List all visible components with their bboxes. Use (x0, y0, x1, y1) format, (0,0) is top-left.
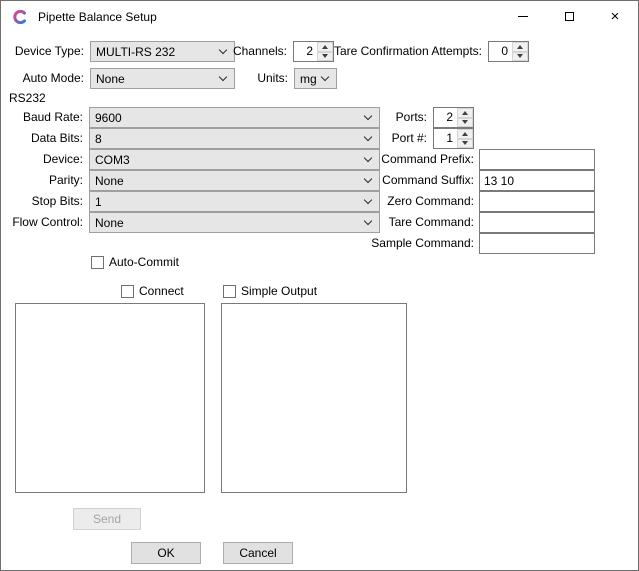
auto-mode-label: Auto Mode: (1, 68, 87, 89)
port-number-stepper[interactable]: 1 (433, 128, 474, 149)
checkbox-icon (223, 285, 236, 298)
sample-command-input[interactable] (479, 233, 595, 254)
device-value: COM3 (95, 153, 130, 167)
baud-rate-value: 9600 (95, 111, 122, 125)
tare-confirmation-attempts-value: 0 (489, 42, 512, 61)
rs232-group-label: RS232 (9, 91, 46, 105)
send-button[interactable]: Send (73, 508, 141, 530)
tare-confirmation-attempts-stepper[interactable]: 0 (488, 41, 529, 62)
connect-checkbox[interactable]: Connect (121, 283, 184, 299)
parity-label: Parity: (1, 170, 86, 191)
ports-value: 2 (434, 108, 457, 127)
port-number-label: Port #: (341, 128, 430, 149)
stop-bits-label: Stop Bits: (1, 191, 86, 212)
arrow-up-icon (322, 45, 328, 49)
port-number-value: 1 (434, 129, 457, 148)
command-prefix-input[interactable] (479, 149, 595, 170)
channels-label: Channels: (221, 41, 290, 62)
chevron-down-icon (321, 73, 329, 81)
device-label: Device: (1, 149, 86, 170)
connect-label: Connect (139, 284, 184, 298)
data-bits-combobox[interactable]: 8 (89, 128, 380, 149)
baud-rate-label: Baud Rate: (1, 107, 86, 128)
maximize-button[interactable] (546, 1, 592, 32)
connect-output-listbox[interactable] (15, 303, 205, 493)
flow-control-value: None (95, 216, 124, 230)
arrow-up-icon (517, 45, 523, 49)
checkbox-icon (121, 285, 134, 298)
chevron-down-icon (219, 73, 227, 81)
stop-bits-value: 1 (95, 195, 102, 209)
flow-control-label: Flow Control: (1, 212, 86, 233)
channels-stepper[interactable]: 2 (293, 41, 334, 62)
auto-mode-combobox[interactable]: None (90, 68, 235, 89)
title-bar: Pipette Balance Setup × (1, 1, 638, 32)
tare-confirmation-attempts-label: Tare Confirmation Attempts: (331, 41, 485, 62)
arrow-up-icon (462, 111, 468, 115)
command-suffix-input[interactable] (479, 170, 595, 191)
tare-command-input[interactable] (479, 212, 595, 233)
zero-command-input[interactable] (479, 191, 595, 212)
ports-down-button[interactable] (457, 118, 473, 128)
pipette-balance-setup-dialog: Pipette Balance Setup × Device Type: MUL… (0, 0, 639, 571)
app-logo-icon (12, 9, 28, 25)
channels-value: 2 (294, 42, 317, 61)
device-type-combobox[interactable]: MULTI-RS 232 (90, 41, 235, 62)
data-bits-label: Data Bits: (1, 128, 86, 149)
checkbox-icon (91, 256, 104, 269)
command-prefix-label: Command Prefix: (341, 149, 477, 170)
simple-output-label: Simple Output (241, 284, 317, 298)
port-number-up-button[interactable] (457, 129, 473, 139)
units-value: mg (300, 72, 317, 86)
device-type-label: Device Type: (1, 41, 87, 62)
device-combobox[interactable]: COM3 (89, 149, 380, 170)
device-type-value: MULTI-RS 232 (96, 45, 175, 59)
flow-control-combobox[interactable]: None (89, 212, 380, 233)
simple-output-checkbox[interactable]: Simple Output (223, 283, 317, 299)
auto-mode-value: None (96, 72, 125, 86)
command-suffix-label: Command Suffix: (341, 170, 477, 191)
zero-command-label: Zero Command: (341, 191, 477, 212)
window-title: Pipette Balance Setup (38, 10, 157, 24)
maximize-icon (565, 12, 574, 21)
arrow-up-icon (462, 132, 468, 136)
minimize-icon (518, 16, 528, 17)
ports-stepper[interactable]: 2 (433, 107, 474, 128)
auto-commit-label: Auto-Commit (109, 255, 179, 269)
ports-up-button[interactable] (457, 108, 473, 118)
parity-value: None (95, 174, 124, 188)
auto-commit-checkbox[interactable]: Auto-Commit (91, 254, 179, 270)
tare-attempts-down-button[interactable] (512, 52, 528, 62)
units-combobox[interactable]: mg (294, 68, 337, 89)
arrow-down-icon (462, 141, 468, 145)
baud-rate-combobox[interactable]: 9600 (89, 107, 380, 128)
arrow-down-icon (322, 54, 328, 58)
units-label: Units: (241, 68, 291, 89)
ports-label: Ports: (341, 107, 430, 128)
minimize-button[interactable] (500, 1, 546, 32)
tare-attempts-up-button[interactable] (512, 42, 528, 52)
close-button[interactable]: × (592, 1, 638, 32)
cancel-button[interactable]: Cancel (223, 542, 293, 564)
ok-button[interactable]: OK (131, 542, 201, 564)
stop-bits-combobox[interactable]: 1 (89, 191, 380, 212)
data-bits-value: 8 (95, 132, 102, 146)
parity-combobox[interactable]: None (89, 170, 380, 191)
sample-command-label: Sample Command: (341, 233, 477, 254)
arrow-down-icon (517, 54, 523, 58)
close-icon: × (611, 9, 620, 24)
arrow-down-icon (462, 120, 468, 124)
port-number-down-button[interactable] (457, 139, 473, 149)
simple-output-listbox[interactable] (221, 303, 407, 493)
tare-command-label: Tare Command: (341, 212, 477, 233)
